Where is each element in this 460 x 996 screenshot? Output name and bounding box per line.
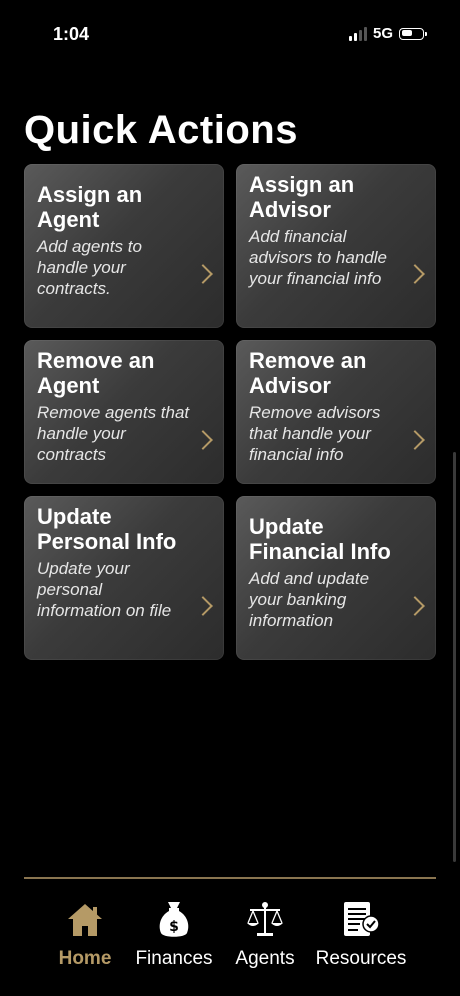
battery-icon xyxy=(399,27,427,40)
card-title: Remove an Agent xyxy=(37,348,155,398)
signal-icon xyxy=(348,26,367,41)
card-description: Add financial advisors to handle your fi… xyxy=(249,227,387,288)
tab-label: Agents xyxy=(235,948,295,969)
chevron-right-icon xyxy=(193,596,213,616)
tab-home[interactable]: Home xyxy=(40,900,130,970)
tab-resources[interactable]: Resources xyxy=(316,900,406,970)
tab-label: Finances xyxy=(135,948,213,969)
scales-icon xyxy=(245,900,285,940)
card-description: Update your personal information on file xyxy=(37,559,172,620)
document-icon xyxy=(341,900,381,940)
assign-agent-card[interactable]: Assign an Agent Add agents to handle you… xyxy=(24,164,224,328)
update-financial-info-card[interactable]: Update Financial Info Add and update you… xyxy=(236,496,436,660)
tab-agents[interactable]: Agents xyxy=(220,900,310,970)
status-time: 1:04 xyxy=(53,24,90,44)
card-title: Assign an Advisor xyxy=(249,172,355,222)
card-description: Remove agents that handle your contracts xyxy=(37,403,190,464)
card-description: Remove advisors that handle your financi… xyxy=(249,403,381,464)
card-title: Update Financial Info xyxy=(249,514,391,564)
chevron-right-icon xyxy=(193,430,213,450)
chevron-right-icon xyxy=(405,596,425,616)
tab-label: Resources xyxy=(315,948,407,969)
status-indicators: 5G xyxy=(348,25,427,42)
money-bag-icon: $ xyxy=(154,900,194,940)
scrollbar[interactable] xyxy=(453,452,456,862)
remove-advisor-card[interactable]: Remove an Advisor Remove advisors that h… xyxy=(236,340,436,484)
card-title: Update Personal Info xyxy=(37,504,177,554)
assign-advisor-card[interactable]: Assign an Advisor Add financial advisors… xyxy=(236,164,436,328)
update-personal-info-card[interactable]: Update Personal Info Update your persona… xyxy=(24,496,224,660)
bottom-tab-bar: Home $ Finances Agents Resources xyxy=(0,880,460,996)
page-title: Quick Actions xyxy=(24,108,298,152)
home-icon xyxy=(65,900,105,940)
tab-label: Home xyxy=(58,948,112,969)
card-description: Add agents to handle your contracts. xyxy=(37,237,142,298)
card-title: Assign an Agent xyxy=(37,182,143,232)
status-bar: 1:04 5G xyxy=(0,0,460,60)
tab-bar-divider xyxy=(24,877,436,879)
remove-agent-card[interactable]: Remove an Agent Remove agents that handl… xyxy=(24,340,224,484)
svg-text:$: $ xyxy=(169,919,179,935)
tab-finances[interactable]: $ Finances xyxy=(129,900,219,970)
chevron-right-icon xyxy=(193,264,213,284)
chevron-right-icon xyxy=(405,264,425,284)
card-title: Remove an Advisor xyxy=(249,348,367,398)
chevron-right-icon xyxy=(405,430,425,450)
network-label: 5G xyxy=(372,25,393,42)
card-description: Add and update your banking information xyxy=(249,569,370,630)
